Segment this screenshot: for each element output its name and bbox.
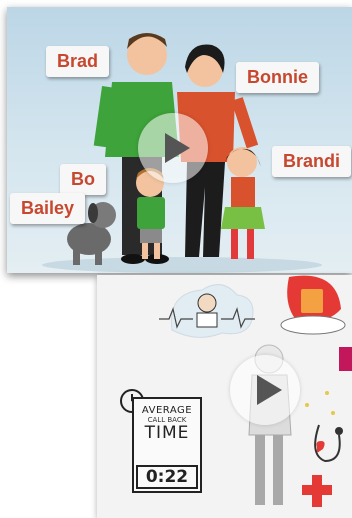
family-video-thumbnail[interactable]: Brad Bonnie Brandi Bo Bailey (7, 7, 352, 273)
name-tag-bonnie: Bonnie (236, 62, 319, 93)
timer-label-average: AVERAGE (141, 405, 193, 416)
girl-figure (221, 147, 265, 259)
timer-label-time: TIME (144, 423, 190, 443)
play-icon (257, 375, 282, 405)
timer-value: 0:22 (136, 465, 198, 489)
whiteboard-video-thumbnail[interactable]: AVERAGE CALL BACK TIME 0:22 (97, 275, 352, 518)
play-icon (165, 133, 190, 163)
name-tag-bailey: Bailey (10, 193, 86, 224)
play-button[interactable] (230, 355, 300, 425)
play-button[interactable] (138, 113, 208, 183)
average-call-back-timer: AVERAGE CALL BACK TIME 0:22 (132, 397, 202, 493)
name-tag-bo: Bo (60, 164, 106, 195)
name-tag-brad: Brad (46, 46, 110, 77)
name-tag-brandi: Brandi (272, 146, 352, 177)
